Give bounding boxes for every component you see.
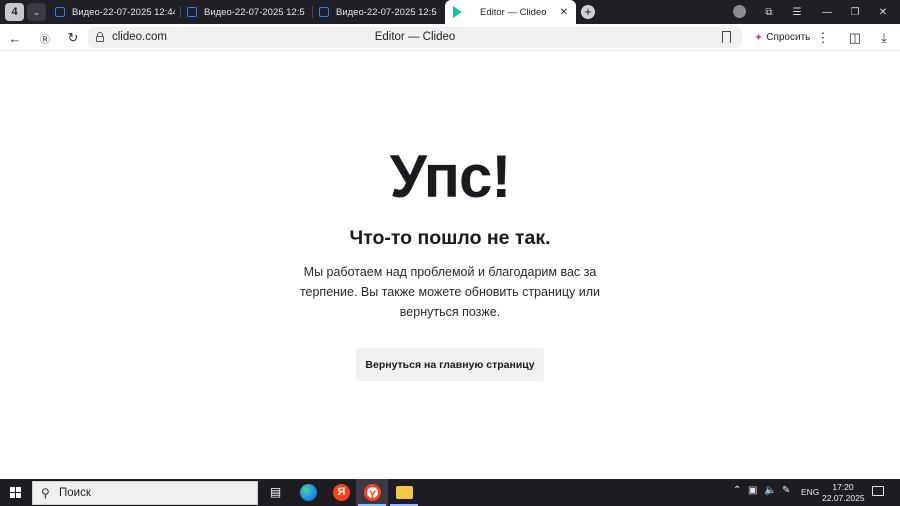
url-field[interactable]: clideo.com Editor — Clideo [88, 27, 742, 48]
page-content: Упс! Что-то пошло не так. Мы работаем на… [0, 51, 900, 479]
bookmark-icon[interactable] [722, 31, 731, 43]
language-indicator[interactable]: ENG [801, 487, 819, 497]
ask-alice-button[interactable]: ✦ Спросить [748, 28, 816, 47]
tab-title: Видео-22-07-2025 12:56:2 [336, 6, 437, 18]
error-description: Мы работаем над проблемой и благодарим в… [299, 265, 601, 319]
clock-time: 17:20 [832, 482, 854, 492]
reload-icon[interactable]: ↻ [63, 28, 83, 48]
system-clock[interactable]: 17:20 22.07.2025 [822, 482, 865, 504]
clideo-logo-icon [453, 6, 462, 18]
volume-icon[interactable]: 🔈 [764, 485, 776, 496]
file-explorer-icon[interactable] [396, 486, 413, 499]
taskbar-search-field[interactable]: ⚲ Поиск [32, 481, 258, 505]
tab-title: Видео-22-07-2025 12:44:1 [72, 6, 175, 18]
restore-icon[interactable]: ❐ [841, 0, 869, 24]
profile-avatar-icon[interactable] [733, 5, 746, 18]
pen-icon[interactable]: ✎ [782, 485, 790, 496]
minimize-icon[interactable]: — [813, 0, 841, 24]
video-tab-icon [55, 7, 65, 17]
tab-clideo-editor[interactable]: Editor — Clideo ✕ [445, 0, 576, 24]
address-bar: ← Ⓡ ↻ clideo.com Editor — Clideo ✦ Спрос… [0, 24, 900, 51]
edge-browser-icon[interactable] [300, 484, 317, 501]
chevron-up-icon[interactable]: ⌃ [733, 485, 741, 496]
tab-title: Видео-22-07-2025 12:53:5 [204, 6, 305, 18]
back-to-home-button[interactable]: Вернуться на главную страницу [356, 348, 544, 381]
tab-video-1[interactable]: Видео-22-07-2025 12:44:1 [55, 0, 175, 24]
chevron-down-icon[interactable]: ⌄ [27, 3, 46, 21]
yandex-shield-icon[interactable]: Ⓡ [35, 28, 55, 48]
tab-divider [180, 6, 181, 18]
ask-label: Спросить [766, 32, 811, 43]
close-window-icon[interactable]: ✕ [869, 0, 897, 24]
downloads-icon[interactable]: ⤓ [874, 28, 894, 48]
error-heading: Упс! [389, 143, 512, 210]
video-tab-icon [319, 7, 329, 17]
search-placeholder: Поиск [59, 487, 91, 499]
clock-date: 22.07.2025 [822, 493, 865, 503]
windows-start-icon[interactable] [10, 487, 21, 498]
back-arrow-icon[interactable]: ← [5, 28, 25, 48]
task-view-icon[interactable]: ▤ [267, 484, 284, 501]
yandex-icon[interactable]: Я [333, 484, 350, 501]
tab-video-3[interactable]: Видео-22-07-2025 12:56:2 [319, 0, 437, 24]
more-options-icon[interactable]: ⋮ [813, 28, 833, 48]
yandex-browser-icon[interactable]: Y [364, 484, 381, 501]
tab-title: Editor — Clideo [480, 6, 547, 18]
notification-icon[interactable] [872, 486, 884, 496]
video-tab-icon [187, 7, 197, 17]
error-subheading: Что-то пошло не так. [349, 227, 551, 249]
new-tab-button[interactable]: + [581, 5, 595, 19]
close-tab-icon[interactable]: ✕ [560, 7, 568, 18]
collections-icon[interactable]: ⧉ [755, 0, 783, 24]
network-icon[interactable]: ▣ [748, 485, 757, 496]
menu-icon[interactable]: ☰ [783, 0, 811, 24]
tab-video-2[interactable]: Видео-22-07-2025 12:53:5 [187, 0, 305, 24]
tab-strip: 4 ⌄ Видео-22-07-2025 12:44:1 Видео-22-07… [0, 0, 900, 24]
page-title-in-address: Editor — Clideo [374, 31, 456, 43]
tab-count-button[interactable]: 4 [5, 3, 24, 21]
search-icon: ⚲ [41, 486, 50, 500]
taskbar: ⚲ Поиск ▤ Я Y ⌃ ▣ 🔈 ✎ ENG 17:20 22.07.20… [0, 479, 900, 506]
reader-icon[interactable]: ◫ [845, 28, 865, 48]
tab-divider [312, 6, 313, 18]
sparkle-icon: ✦ [754, 32, 764, 44]
